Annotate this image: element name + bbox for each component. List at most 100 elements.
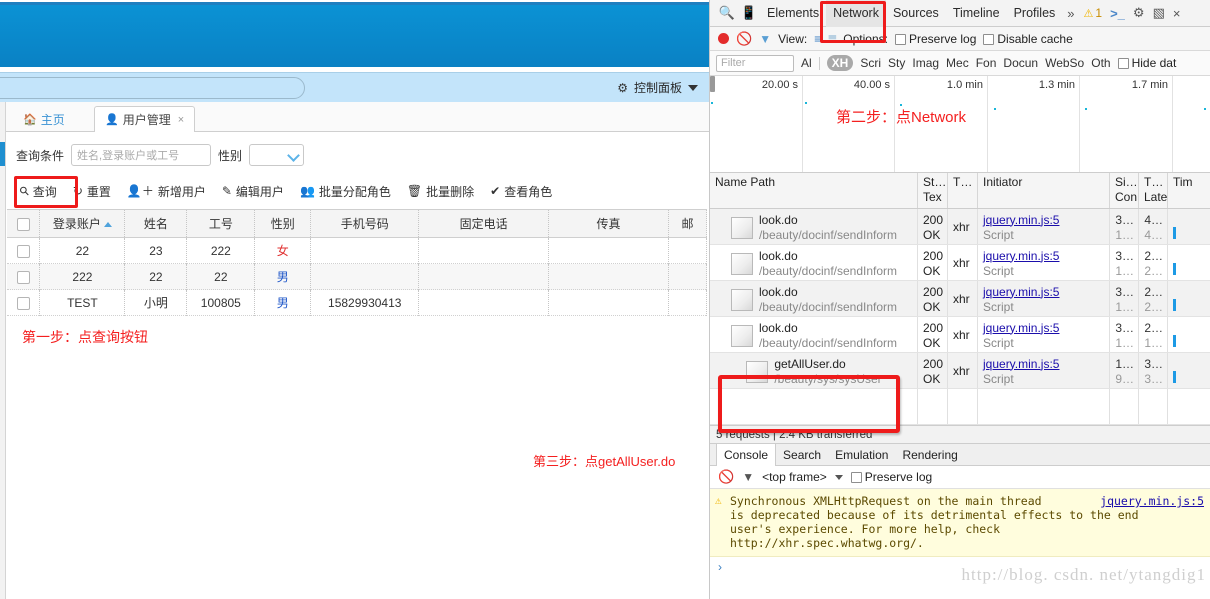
view-list-icon[interactable]: ≡ <box>814 32 821 46</box>
network-row[interactable]: look.do /beauty/docinf/sendInform 200 OK… <box>710 281 1210 317</box>
sex-select[interactable] <box>249 144 305 166</box>
device-icon[interactable]: 📱 <box>738 5 760 21</box>
checkbox-icon[interactable] <box>16 270 30 284</box>
tab-elements[interactable]: Elements <box>760 0 826 27</box>
close-icon[interactable]: × <box>178 114 184 126</box>
network-row-getalluser[interactable]: getAllUser.do /beauty/sys/sysUser 200 OK… <box>710 353 1210 389</box>
filter-type-documents[interactable]: Docun <box>1003 56 1038 70</box>
checkbox-icon[interactable] <box>850 472 862 484</box>
network-row[interactable]: look.do /beauty/docinf/sendInform 200 OK… <box>710 317 1210 353</box>
tab-sources[interactable]: Sources <box>886 0 946 27</box>
network-col-size[interactable]: Si… Con <box>1110 173 1139 208</box>
frame-selector[interactable]: <top frame> <box>762 470 827 484</box>
filter-type-script[interactable]: Scri <box>860 56 881 70</box>
tab-profiles[interactable]: Profiles <box>1007 0 1063 27</box>
filter-icon[interactable]: ▼ <box>742 470 754 484</box>
network-row[interactable]: look.do /beauty/docinf/sendInform 200 OK… <box>710 209 1210 245</box>
col-mail[interactable]: 邮 <box>668 209 708 238</box>
filter-type-websockets[interactable]: WebSo <box>1045 56 1084 70</box>
col-mobile[interactable]: 手机号码 <box>310 209 420 238</box>
batch-delete-button[interactable]: 🗑 批量删除 <box>407 183 474 200</box>
network-col-time-l2: Late <box>1144 190 1168 204</box>
gear-icon[interactable]: ⚙ <box>1129 5 1149 21</box>
console-message-source[interactable]: jquery.min.js:5 <box>1100 494 1204 508</box>
checkbox-icon[interactable] <box>1117 58 1129 70</box>
network-col-name[interactable]: Name Path <box>710 173 918 208</box>
row-checkbox-cell[interactable] <box>7 289 41 316</box>
table-row[interactable]: TEST 小明 100805 男 15829930413 <box>7 289 708 316</box>
checkbox-icon[interactable] <box>16 244 30 258</box>
filter-type-all[interactable]: Al <box>801 56 812 70</box>
filter-type-other[interactable]: Oth <box>1091 56 1110 70</box>
filter-type-images[interactable]: Imag <box>912 56 939 70</box>
drawer-tab-emulation[interactable]: Emulation <box>828 444 895 466</box>
filter-type-fonts[interactable]: Fon <box>976 56 997 70</box>
network-row-initiator-link[interactable]: jquery.min.js:5 <box>983 285 1105 300</box>
checkbox-icon[interactable] <box>16 217 30 231</box>
checkbox-icon[interactable] <box>895 33 906 45</box>
tab-user-management[interactable]: 👤 用户管理 × <box>94 106 196 133</box>
network-col-timeline[interactable]: Tim <box>1168 173 1209 208</box>
row-checkbox-cell[interactable] <box>7 237 41 264</box>
more-tabs-icon[interactable]: » <box>1062 6 1079 21</box>
reset-button[interactable]: ↻ 重置 <box>73 183 111 200</box>
query-button[interactable]: ⚲ 查询 <box>16 183 56 200</box>
network-row-initiator-link[interactable]: jquery.min.js:5 <box>983 321 1105 336</box>
search-icon[interactable]: 🔍 <box>716 5 738 21</box>
warning-count-badge[interactable]: ⚠ 1 <box>1080 6 1107 20</box>
clear-icon[interactable]: 🚫 <box>736 31 752 47</box>
tab-network[interactable]: Network <box>826 0 886 27</box>
network-col-initiator[interactable]: Initiator <box>978 173 1110 208</box>
drawer-tab-rendering[interactable]: Rendering <box>895 444 964 466</box>
control-panel-menu[interactable]: ⚙ 控制面板 <box>617 79 698 96</box>
network-timeline-overview[interactable]: 20.00 s 40.00 s 1.0 min 1.3 min 1.7 min … <box>710 76 1210 173</box>
view-role-button[interactable]: ✔ 查看角色 <box>490 183 552 200</box>
table-row[interactable]: 22 23 222 女 <box>7 237 708 264</box>
network-row-timeline-cell <box>1168 317 1209 352</box>
close-icon[interactable]: × <box>1169 6 1185 21</box>
record-button[interactable] <box>718 33 729 44</box>
col-jobno[interactable]: 工号 <box>186 209 256 238</box>
tab-home[interactable]: 🏠 主页 <box>12 106 76 132</box>
network-col-time[interactable]: T… Late <box>1139 173 1168 208</box>
add-user-button[interactable]: 👤＋ 新增用户 <box>127 183 206 200</box>
select-all-header[interactable] <box>7 209 41 238</box>
console-prompt-icon[interactable]: >_ <box>1106 6 1129 21</box>
view-timeline-icon[interactable]: ≣ <box>827 32 837 46</box>
network-col-status[interactable]: St… Tex <box>918 173 948 208</box>
row-checkbox-cell[interactable] <box>7 263 41 290</box>
filter-icon[interactable]: ▼ <box>759 32 771 46</box>
app-search-pill[interactable] <box>0 77 305 99</box>
disable-cache-checkbox[interactable]: Disable cache <box>983 32 1073 46</box>
network-row-initiator-link[interactable]: jquery.min.js:5 <box>983 357 1105 372</box>
hide-data-urls-checkbox[interactable]: Hide dat <box>1117 56 1176 70</box>
network-row[interactable]: look.do /beauty/docinf/sendInform 200 OK… <box>710 245 1210 281</box>
preserve-log-checkbox[interactable]: Preserve log <box>895 32 976 46</box>
dock-icon[interactable]: ▧ <box>1149 5 1169 21</box>
edit-user-button[interactable]: ✎ 编辑用户 <box>222 183 284 200</box>
cell-sex: 男 <box>254 289 312 316</box>
drawer-tab-search[interactable]: Search <box>776 444 828 466</box>
console-preserve-log-checkbox[interactable]: Preserve log <box>850 470 932 484</box>
filter-type-stylesheet[interactable]: Sty <box>888 56 905 70</box>
col-account[interactable]: 登录账户 <box>39 209 126 238</box>
clear-console-icon[interactable]: 🚫 <box>718 469 734 485</box>
col-tel[interactable]: 固定电话 <box>418 209 550 238</box>
filter-type-xhr[interactable]: XH <box>826 55 854 71</box>
drawer-tab-console[interactable]: Console <box>716 443 777 466</box>
batch-assign-role-button[interactable]: 👥 批量分配角色 <box>300 183 391 200</box>
checkbox-icon[interactable] <box>16 296 30 310</box>
network-row-initiator-link[interactable]: jquery.min.js:5 <box>983 249 1105 264</box>
network-row-initiator-link[interactable]: jquery.min.js:5 <box>983 213 1105 228</box>
checkbox-icon[interactable] <box>983 33 995 45</box>
filter-type-media[interactable]: Mec <box>946 56 969 70</box>
chevron-down-icon[interactable] <box>834 474 843 480</box>
network-col-type[interactable]: T… <box>948 173 978 208</box>
col-sex[interactable]: 性别 <box>254 209 312 238</box>
col-fax[interactable]: 传真 <box>548 209 669 238</box>
tab-timeline[interactable]: Timeline <box>946 0 1007 27</box>
table-row[interactable]: 222 22 22 男 <box>7 263 708 290</box>
filter-input[interactable]: Filter <box>716 54 794 72</box>
col-name[interactable]: 姓名 <box>124 209 188 238</box>
query-keyword-input[interactable]: 姓名,登录账户或工号 <box>71 144 212 166</box>
